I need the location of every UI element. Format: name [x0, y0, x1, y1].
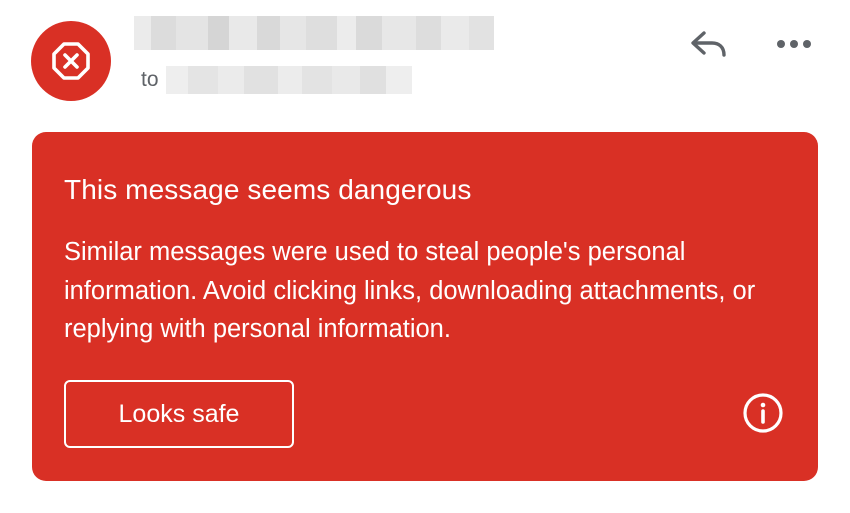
- reply-button[interactable]: [686, 26, 730, 66]
- recipient-redacted: [166, 66, 412, 94]
- to-label: to: [141, 68, 159, 91]
- more-options-button[interactable]: [772, 30, 816, 60]
- sender-name-redacted: [134, 16, 494, 50]
- blocked-x-octagon-icon: [51, 41, 91, 81]
- info-button[interactable]: [740, 392, 786, 438]
- more-horizontal-icon: [776, 36, 812, 54]
- danger-warning-banner: This message seems dangerous Similar mes…: [32, 132, 818, 481]
- sender-avatar: [31, 21, 111, 101]
- info-icon: [742, 392, 784, 439]
- email-header: to: [0, 0, 850, 120]
- warning-title: This message seems dangerous: [64, 174, 472, 205]
- reply-icon: [688, 27, 728, 66]
- looks-safe-button[interactable]: Looks safe: [64, 380, 294, 448]
- warning-description: Similar messages were used to steal peop…: [64, 238, 756, 343]
